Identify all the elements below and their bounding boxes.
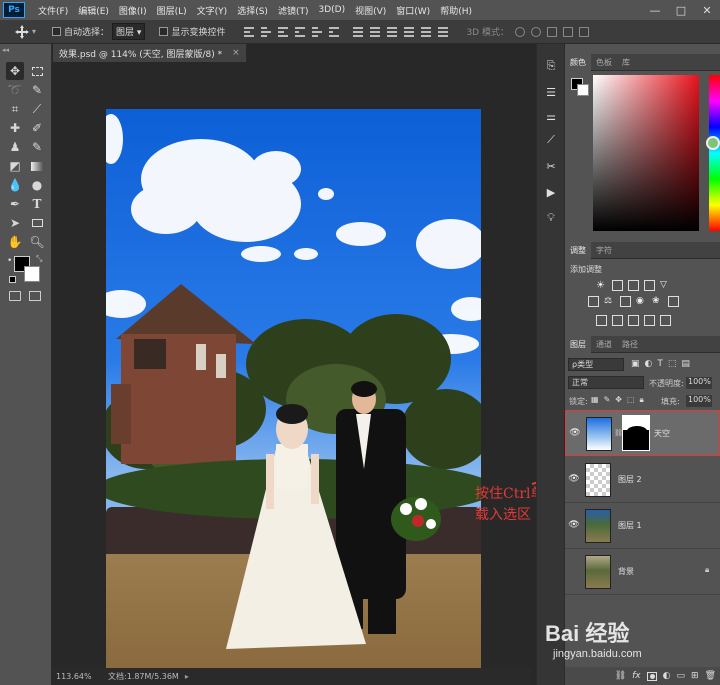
adjustment-icon[interactable]: ◐ <box>663 671 671 681</box>
properties-icon[interactable]: ☰ <box>543 84 559 100</box>
exposure-icon[interactable] <box>644 280 655 291</box>
lock-label: 锁定: <box>569 397 588 406</box>
layer-filter-icons: ▣ ◐ T ⬚ ▤ <box>631 359 690 369</box>
invert-icon[interactable] <box>596 315 607 326</box>
filter-shape-icon[interactable]: ⬚ <box>668 359 677 369</box>
watermark-brand: Bai 经验 <box>545 621 630 646</box>
curves-icon[interactable] <box>628 280 639 291</box>
photo-filter-icon[interactable]: ◉ <box>636 296 647 307</box>
tab-swatches[interactable]: 色板 <box>591 54 617 71</box>
adjust-panel-tabs: 调整 字符 <box>565 241 720 259</box>
layer-row-layer1[interactable]: 👁︎ 图层 1 <box>565 503 720 549</box>
color-picker-handle[interactable] <box>706 136 720 150</box>
lock-icon: 🔒︎ <box>705 565 710 574</box>
posterize-icon[interactable] <box>612 315 623 326</box>
opacity-label: 不透明度: <box>649 379 684 388</box>
threshold-icon[interactable] <box>628 315 639 326</box>
opacity-input[interactable]: 100% <box>686 377 712 389</box>
add-adjustment-title: 添加调整 <box>570 265 602 274</box>
layer-thumbnail <box>585 463 611 497</box>
channel-mixer-icon[interactable]: ❀ <box>652 296 663 307</box>
layers-footer: ⛓ fx ◐ ▭ ⊞ 🗑︎ <box>565 667 720 685</box>
lock-position-icon[interactable]: ✥ <box>615 395 622 405</box>
color-bg-swatch[interactable] <box>577 84 589 96</box>
tab-paths[interactable]: 路径 <box>617 336 643 353</box>
brush-settings-icon[interactable]: ⟋ <box>543 132 559 148</box>
eye-icon[interactable]: 👁︎ <box>568 520 580 530</box>
tab-character[interactable]: 字符 <box>591 242 617 259</box>
filter-smart-icon[interactable]: ▤ <box>681 359 690 369</box>
filter-adjust-icon[interactable]: ◐ <box>645 359 653 369</box>
vibrance-icon[interactable]: ▽ <box>660 280 671 291</box>
eye-icon[interactable]: 👁︎ <box>568 474 580 484</box>
gradient-map-icon[interactable] <box>644 315 655 326</box>
hue-saturation-icon[interactable] <box>588 296 599 307</box>
filter-type-icon[interactable]: T <box>657 359 663 369</box>
layer-thumbnail <box>585 555 611 589</box>
eye-icon[interactable]: 👁︎ <box>569 428 581 438</box>
brightness-icon[interactable]: ☀ <box>596 280 607 291</box>
info-bulb-icon[interactable]: 💡︎ <box>543 210 559 226</box>
layer-name[interactable]: 图层 1 <box>618 520 642 531</box>
link-icon[interactable]: ⛓ <box>615 671 626 681</box>
layer-row-background[interactable]: · 背景 🔒︎ <box>565 549 720 595</box>
lock-paint-icon[interactable]: ✎ <box>604 395 611 405</box>
color-lookup-icon[interactable] <box>668 296 679 307</box>
layer-filter-label: ρ类型 <box>572 360 594 369</box>
levels-icon[interactable] <box>612 280 623 291</box>
tab-libraries[interactable]: 库 <box>617 54 635 71</box>
folder-icon[interactable]: ▭ <box>677 671 686 681</box>
trash-icon[interactable]: 🗑︎ <box>705 671 716 681</box>
fill-input[interactable]: 100% <box>686 395 712 407</box>
tab-adjustments[interactable]: 调整 <box>565 241 591 259</box>
tab-layers[interactable]: 图层 <box>565 335 591 353</box>
history-icon[interactable]: ⎘ <box>543 58 559 74</box>
tab-channels[interactable]: 通道 <box>591 336 617 353</box>
selective-color-icon[interactable] <box>660 315 671 326</box>
lock-transparent-icon[interactable]: ▦ <box>591 395 599 405</box>
hue-slider[interactable] <box>709 75 720 231</box>
blend-mode-value: 正常 <box>572 378 588 387</box>
layer-name[interactable]: 图层 2 <box>618 474 642 485</box>
layers-panel-tabs: 图层 通道 路径 <box>565 335 720 353</box>
layer-filter-dropdown[interactable]: ρ类型 <box>568 358 624 371</box>
lock-artboard-icon[interactable]: ⬚ <box>627 395 635 405</box>
lock-all-icon[interactable]: 🔒︎ <box>640 395 644 405</box>
fill-label: 填充: <box>661 397 680 406</box>
panel-icon-strip: ⎘ ☰ ⚌ ⟋ ✂ ▶ 💡︎ <box>536 44 565 685</box>
layer-thumbnail <box>586 417 612 451</box>
tab-color[interactable]: 颜色 <box>565 53 591 71</box>
actions-play-icon[interactable]: ▶ <box>543 184 559 200</box>
new-layer-icon[interactable]: ⊞ <box>691 671 699 681</box>
layer-name[interactable]: 背景 <box>618 566 634 577</box>
black-white-icon[interactable] <box>620 296 631 307</box>
color-balance-icon[interactable]: ⚖ <box>604 296 615 307</box>
filter-pixel-icon[interactable]: ▣ <box>631 359 640 369</box>
layer-row-sky[interactable]: 👁︎ ⛓ 天空 <box>565 410 720 456</box>
layer-thumbnail <box>585 509 611 543</box>
fx-icon[interactable]: fx <box>632 671 641 681</box>
adjust-sliders-icon[interactable]: ⚌ <box>543 108 559 124</box>
right-panels: 颜色 色板 库 调整 字符 添加调整 ☀ ▽ ⚖ ◉ ❀ 图层 通道 路径 ρ类… <box>545 44 720 685</box>
color-panel-tabs: 颜色 色板 库 <box>565 53 720 71</box>
eye-hidden-icon[interactable]: · <box>568 566 580 576</box>
color-field[interactable] <box>593 75 699 231</box>
tools-preset-icon[interactable]: ✂ <box>543 158 559 174</box>
layer-row-layer2[interactable]: 👁︎ 图层 2 <box>565 457 720 503</box>
lock-icons: ▦ ✎ ✥ ⬚ 🔒︎ <box>591 395 644 405</box>
layer-name[interactable]: 天空 <box>654 428 670 439</box>
blend-mode-dropdown[interactable]: 正常 <box>568 376 644 389</box>
watermark-url: jingyan.baidu.com <box>553 648 642 660</box>
layer-mask-thumbnail[interactable] <box>622 415 650 451</box>
add-mask-icon[interactable] <box>646 671 657 681</box>
